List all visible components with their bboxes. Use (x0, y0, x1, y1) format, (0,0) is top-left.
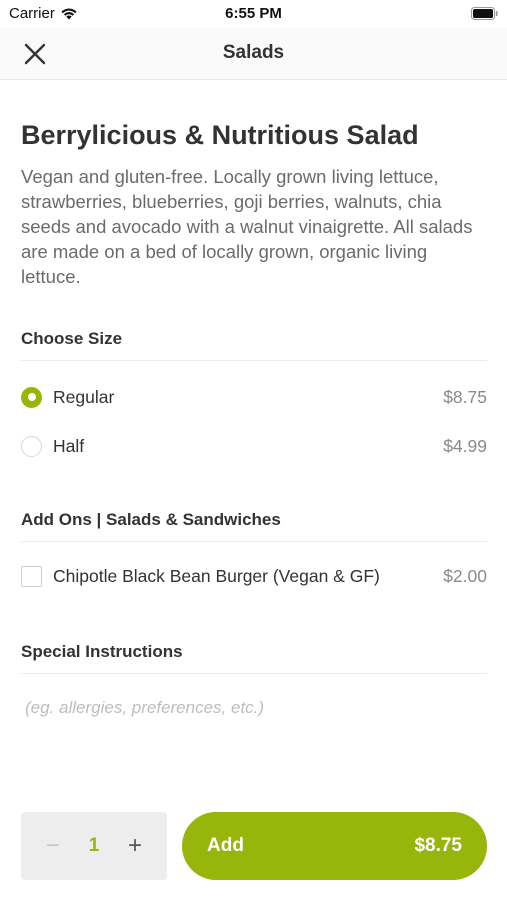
status-bar: Carrier 6:55 PM (0, 0, 507, 28)
instructions-heading: Special Instructions (21, 642, 487, 674)
size-option-regular[interactable]: Regular $8.75 (21, 382, 487, 412)
increase-quantity-button[interactable]: + (111, 812, 159, 880)
radio-button-selected[interactable] (21, 386, 42, 408)
status-time: 6:55 PM (225, 5, 282, 22)
item-title: Berrylicious & Nutritious Salad (21, 120, 419, 150)
radio-button[interactable] (21, 435, 42, 457)
add-button-price: $8.75 (414, 835, 462, 856)
battery-icon (471, 7, 499, 24)
checkbox[interactable] (21, 565, 42, 587)
size-option-half[interactable]: Half $4.99 (21, 431, 487, 461)
nav-title: Salads (222, 42, 285, 63)
addons-section-heading: Add Ons | Salads & Sandwiches (21, 510, 487, 542)
size-section-heading: Choose Size (21, 329, 487, 361)
size-option-price: $8.75 (443, 386, 487, 407)
addon-option-price: $2.00 (443, 565, 487, 586)
size-option-label: Regular (53, 386, 115, 407)
nav-bar: Salads (0, 28, 507, 80)
size-option-label: Half (53, 435, 85, 456)
add-to-order-button[interactable]: Add $8.75 (182, 812, 487, 880)
quantity-stepper: − 1 + (21, 812, 167, 880)
add-button-label: Add (207, 835, 244, 856)
special-instructions-input[interactable] (21, 694, 487, 722)
item-description: Vegan and gluten-free. Locally grown liv… (21, 166, 473, 287)
addon-option-label: Chipotle Black Bean Burger (Vegan & GF) (53, 565, 380, 586)
size-option-price: $4.99 (443, 435, 487, 456)
addon-option-black-bean-burger[interactable]: Chipotle Black Bean Burger (Vegan & GF) … (21, 561, 487, 591)
